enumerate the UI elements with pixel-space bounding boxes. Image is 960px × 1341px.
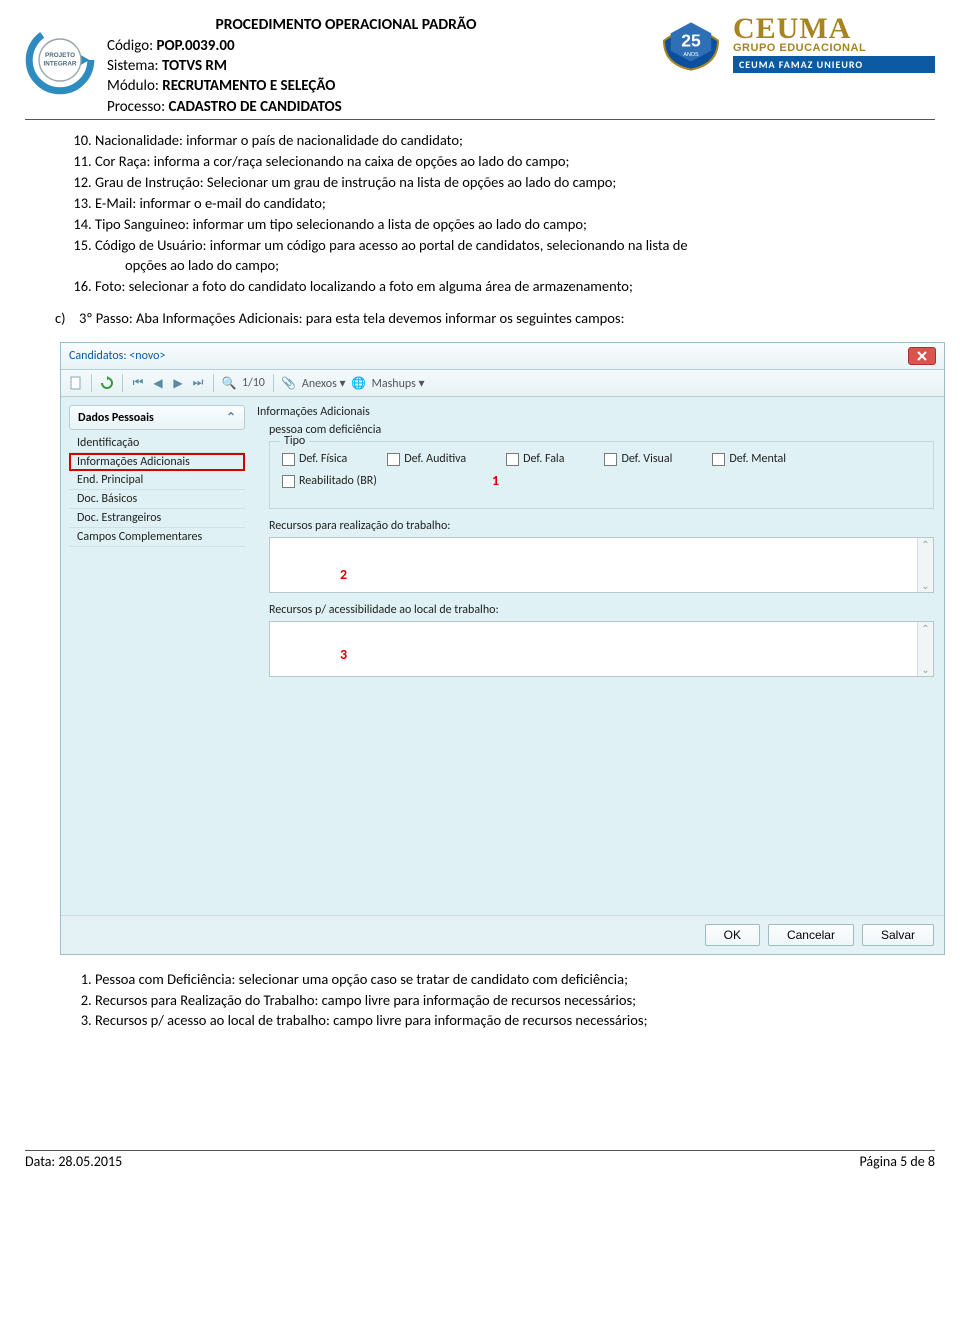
tipo-fieldset: Tipo Def. Física Def. Auditiva Def. Fala…: [269, 441, 934, 509]
scrollbar[interactable]: ⌃⌄: [917, 538, 933, 592]
ceuma-brands-bar: CEUMA FAMAZ UNIEURO: [733, 56, 935, 73]
svg-text:INTEGRAR: INTEGRAR: [44, 61, 77, 68]
cancel-button[interactable]: Cancelar: [768, 924, 854, 946]
footer-page: Página 5 de 8: [859, 1153, 935, 1170]
callout-1: 1: [492, 472, 499, 489]
checkbox-def-fisica[interactable]: Def. Física: [282, 452, 347, 466]
anexos-dropdown[interactable]: Anexos ▾: [302, 376, 346, 391]
sidebar-item-doc-basicos[interactable]: Doc. Básicos: [69, 490, 245, 509]
textarea-recursos-acessibilidade[interactable]: 3 ⌃⌄: [269, 621, 934, 677]
attachment-icon[interactable]: 📎: [282, 376, 296, 390]
list-item: Cor Raça: informa a cor/raça selecionand…: [95, 151, 935, 171]
dialog-button-row: OK Cancelar Salvar: [61, 915, 944, 954]
doc-system: TOTVS RM: [162, 57, 227, 75]
mashups-dropdown[interactable]: Mashups ▾: [372, 376, 425, 391]
badge-25-anos-icon: 25 ANOS: [655, 17, 727, 71]
prev-icon[interactable]: ◀: [151, 376, 165, 390]
sidebar: Dados Pessoais ⌃ Identificação Informaçõ…: [61, 397, 251, 915]
chevron-down-icon: ▾: [419, 377, 425, 391]
document-header: PROJETO INTEGRAR PROCEDIMENTO OPERACIONA…: [25, 15, 935, 120]
textarea-recursos-trabalho[interactable]: 2 ⌃⌄: [269, 537, 934, 593]
section-title: Informações Adicionais: [257, 405, 934, 419]
window-titlebar: Candidatos: <novo>: [61, 343, 944, 370]
scrollbar[interactable]: ⌃⌄: [917, 622, 933, 676]
doc-process: CADASTRO DE CANDIDATOS: [169, 98, 342, 116]
svg-text:ANOS: ANOS: [683, 52, 699, 58]
fieldset-legend: Tipo: [280, 434, 309, 448]
sidebar-item-identificacao[interactable]: Identificação: [69, 434, 245, 453]
sidebar-item-campos-complementares[interactable]: Campos Complementares: [69, 528, 245, 547]
ceuma-logo-text: CEUMA: [733, 15, 935, 42]
ok-button[interactable]: OK: [705, 924, 760, 946]
svg-text:PROJETO: PROJETO: [45, 52, 75, 59]
next-icon[interactable]: ▶: [171, 376, 185, 390]
callout-2: 2: [340, 566, 347, 583]
logo-ceuma: 25 ANOS CEUMA GRUPO EDUCACIONAL CEUMA FA…: [655, 15, 935, 73]
sidebar-item-informacoes-adicionais[interactable]: Informações Adicionais: [69, 453, 245, 471]
logo-projeto-integrar: PROJETO INTEGRAR: [25, 25, 95, 95]
sidebar-group-header[interactable]: Dados Pessoais ⌃: [69, 405, 245, 430]
checkbox-def-auditiva[interactable]: Def. Auditiva: [387, 452, 466, 466]
main-panel: Informações Adicionais pessoa com defici…: [251, 397, 944, 915]
save-button[interactable]: Salvar: [862, 924, 934, 946]
list-item: Recursos p/ acesso ao local de trabalho:…: [95, 1010, 935, 1030]
list-item: Grau de Instrução: Selecionar um grau de…: [95, 172, 935, 192]
toolbar: ⏮ ◀ ▶ ⏭ 🔍 1/10 📎 Anexos ▾ 🌐 Mashups ▾: [61, 370, 944, 397]
chevron-down-icon: ▾: [340, 377, 346, 391]
step-c-heading: c) 3º Passo: Aba Informações Adicionais:…: [55, 308, 935, 328]
svg-text:25: 25: [681, 31, 701, 51]
label-recursos-acessibilidade: Recursos p/ acessibilidade ao local de t…: [269, 603, 934, 617]
search-icon[interactable]: 🔍: [222, 376, 236, 390]
list-item: E-Mail: informar o e-mail do candidato;: [95, 193, 935, 213]
pager-text: 1/10: [242, 376, 265, 390]
sidebar-item-doc-estrangeiros[interactable]: Doc. Estrangeiros: [69, 509, 245, 528]
list-item: Pessoa com Deficiência: selecionar uma o…: [95, 969, 935, 989]
checkbox-def-visual[interactable]: Def. Visual: [604, 452, 672, 466]
new-icon[interactable]: [69, 376, 83, 390]
close-icon: [917, 351, 927, 361]
screenshot-window: Candidatos: <novo> ⏮ ◀ ▶ ⏭ 🔍 1/10 📎 Anex…: [60, 342, 945, 955]
collapse-icon: ⌃: [226, 410, 236, 425]
list-item: Recursos para Realização do Trabalho: ca…: [95, 990, 935, 1010]
doc-title: PROCEDIMENTO OPERACIONAL PADRÃO: [107, 15, 585, 36]
callout-3: 3: [340, 646, 347, 663]
close-button[interactable]: [908, 347, 936, 365]
checkbox-def-mental[interactable]: Def. Mental: [712, 452, 786, 466]
checkbox-reabilitado[interactable]: Reabilitado (BR): [282, 474, 377, 488]
globe-icon[interactable]: 🌐: [352, 376, 366, 390]
doc-module: RECRUTAMENTO E SELEÇÃO: [162, 77, 335, 95]
checkbox-def-fala[interactable]: Def. Fala: [506, 452, 564, 466]
header-text-block: PROCEDIMENTO OPERACIONAL PADRÃO Código: …: [107, 15, 645, 117]
notes-list: Pessoa com Deficiência: selecionar uma o…: [95, 969, 935, 1030]
first-icon[interactable]: ⏮: [131, 376, 145, 390]
ceuma-subtitle: GRUPO EDUCACIONAL: [733, 42, 935, 54]
list-item: Código de Usuário: informar um código pa…: [95, 235, 935, 275]
instruction-list: Nacionalidade: informar o país de nacion…: [95, 130, 935, 296]
last-icon[interactable]: ⏭: [191, 376, 205, 390]
refresh-icon[interactable]: [100, 376, 114, 390]
list-item: Foto: selecionar a foto do candidato loc…: [95, 276, 935, 296]
list-item: Tipo Sanguineo: informar um tipo selecio…: [95, 214, 935, 234]
window-title: Candidatos: <novo>: [69, 349, 165, 363]
footer-date: Data: 28.05.2015: [25, 1153, 122, 1170]
doc-code: POP.0039.00: [157, 37, 235, 55]
sidebar-item-end-principal[interactable]: End. Principal: [69, 471, 245, 490]
label-recursos-trabalho: Recursos para realização do trabalho:: [269, 519, 934, 533]
page-footer: Data: 28.05.2015 Página 5 de 8: [25, 1150, 935, 1170]
subsection-label: pessoa com deficiência: [269, 423, 934, 437]
list-item: Nacionalidade: informar o país de nacion…: [95, 130, 935, 150]
